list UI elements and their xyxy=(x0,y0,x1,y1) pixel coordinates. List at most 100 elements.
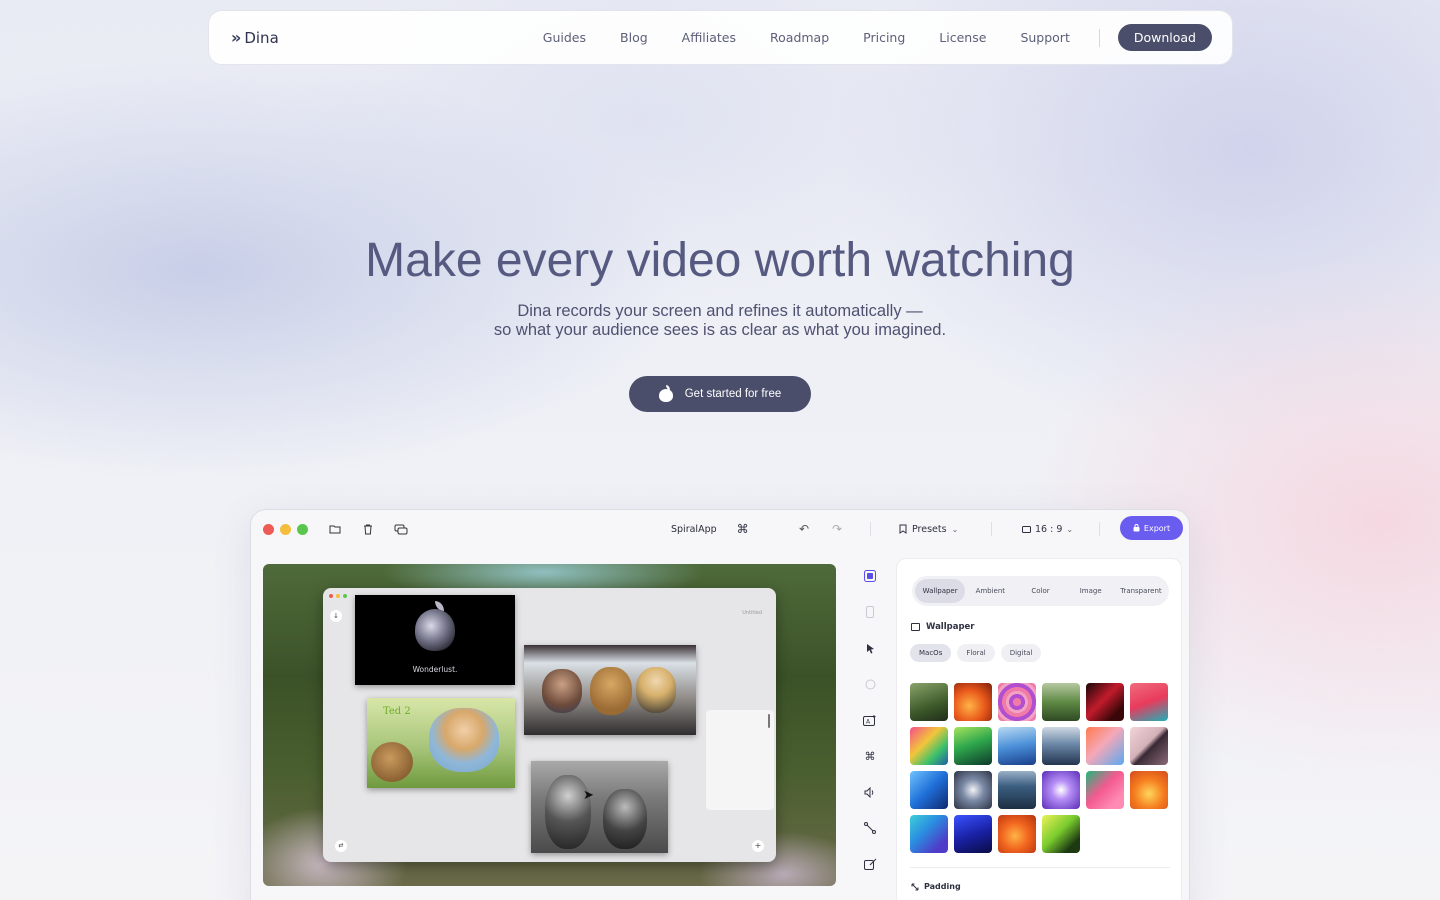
device-frame-icon[interactable] xyxy=(862,604,878,620)
chevron-down-icon: ⌄ xyxy=(951,524,959,534)
tab-transparent[interactable]: Transparent xyxy=(1116,579,1166,603)
tab-wallpaper[interactable]: Wallpaper xyxy=(915,579,966,603)
teddy-bear-figure xyxy=(371,742,413,782)
window-minimize-button[interactable] xyxy=(280,523,291,535)
wallpaper-section-title: Wallpaper xyxy=(926,622,975,632)
video-thumbnail-car[interactable] xyxy=(524,645,696,735)
chip-floral[interactable]: Floral xyxy=(957,644,995,662)
redo-icon[interactable]: ↷ xyxy=(832,522,842,536)
swap-icon[interactable]: ⇄ xyxy=(335,840,347,852)
cursor-tool-icon[interactable] xyxy=(862,640,878,656)
padding-section-header: Padding xyxy=(911,882,961,891)
chip-macos[interactable]: MacOs xyxy=(910,644,952,662)
brand-name: Dina xyxy=(244,28,279,47)
wallpaper-swatch[interactable] xyxy=(954,771,992,809)
window-close-button[interactable] xyxy=(263,523,274,535)
wallpaper-swatch[interactable] xyxy=(1130,771,1168,809)
wallpaper-swatch[interactable] xyxy=(1042,683,1080,721)
wallpaper-swatch[interactable] xyxy=(998,815,1036,853)
face-cam-icon[interactable] xyxy=(862,676,878,692)
aspect-ratio-label: 16 : 9 xyxy=(1035,523,1063,535)
chat-bubbles-icon[interactable] xyxy=(394,522,408,536)
export-button[interactable]: Export xyxy=(1120,516,1183,540)
chip-digital[interactable]: Digital xyxy=(1000,644,1042,662)
captions-tool-icon[interactable]: A xyxy=(862,712,878,728)
toolbar-divider xyxy=(870,522,871,536)
nav-divider xyxy=(1098,28,1100,47)
hero-title: Make every video worth watching xyxy=(365,234,1075,287)
aspect-ratio-dropdown[interactable]: 16 : 9 ⌄ xyxy=(1022,524,1073,535)
inner-traffic-lights xyxy=(329,594,347,598)
wallpaper-swatch[interactable] xyxy=(998,683,1036,721)
recorded-window[interactable]: ↓ Untitled Wonderlust. Ted 2 ➤ ⇄ + xyxy=(323,588,776,862)
download-button[interactable]: Download xyxy=(1117,24,1212,51)
wallpaper-swatch[interactable] xyxy=(1042,771,1080,809)
wallpaper-swatch[interactable] xyxy=(910,771,948,809)
wallpaper-swatch[interactable] xyxy=(998,771,1036,809)
wallpaper-swatch[interactable] xyxy=(910,683,948,721)
nav-link-blog[interactable]: Blog xyxy=(620,30,648,45)
nav-link-support[interactable]: Support xyxy=(1020,30,1069,45)
wallpaper-swatch[interactable] xyxy=(954,815,992,853)
inner-side-card xyxy=(706,710,774,810)
wallpaper-swatch[interactable] xyxy=(1086,771,1124,809)
wallpaper-swatch[interactable] xyxy=(954,727,992,765)
nav-link-guides[interactable]: Guides xyxy=(543,30,586,45)
video-thumbnail-ted[interactable]: Ted 2 xyxy=(367,698,515,788)
project-name[interactable]: SpiralApp xyxy=(671,524,717,535)
path-tool-icon[interactable] xyxy=(862,820,878,836)
nav-link-license[interactable]: License xyxy=(939,30,986,45)
wallpaper-swatch[interactable] xyxy=(954,683,992,721)
tab-ambient[interactable]: Ambient xyxy=(965,579,1015,603)
toolbar-divider xyxy=(991,522,992,536)
wallpaper-swatch[interactable] xyxy=(910,815,948,853)
top-nav: » Dina Guides Blog Affiliates Roadmap Pr… xyxy=(208,10,1233,65)
tab-color[interactable]: Color xyxy=(1015,579,1065,603)
nav-link-roadmap[interactable]: Roadmap xyxy=(770,30,829,45)
add-icon[interactable]: + xyxy=(752,840,764,852)
wallpaper-swatch[interactable] xyxy=(998,727,1036,765)
project-name-group: SpiralApp ⌘ xyxy=(671,522,749,536)
wallpaper-swatch[interactable] xyxy=(1130,683,1168,721)
app-toolbar: SpiralApp ⌘ ↶ ↷ Presets ⌄ 16 : 9 ⌄ Expor… xyxy=(251,510,1189,548)
wallpaper-grid xyxy=(910,683,1168,853)
brand-logo[interactable]: » Dina xyxy=(231,28,279,47)
wallpaper-swatch[interactable] xyxy=(1086,727,1124,765)
inner-scrollbar[interactable] xyxy=(768,714,770,728)
window-zoom-button[interactable] xyxy=(297,523,308,535)
command-icon[interactable]: ⌘ xyxy=(737,522,749,536)
wallpaper-swatch[interactable] xyxy=(1130,727,1168,765)
preview-canvas[interactable]: ↓ Untitled Wonderlust. Ted 2 ➤ ⇄ + xyxy=(263,564,836,886)
thumbnail-figure xyxy=(542,669,582,713)
download-arrow-icon[interactable]: ↓ xyxy=(330,610,342,622)
background-tool-icon[interactable] xyxy=(862,568,878,584)
padding-label: Padding xyxy=(924,882,961,891)
panel-divider xyxy=(910,867,1170,868)
crop-tool-icon[interactable] xyxy=(862,856,878,872)
chevron-down-icon: ⌄ xyxy=(1066,524,1074,534)
nav-link-pricing[interactable]: Pricing xyxy=(863,30,905,45)
export-label: Export xyxy=(1143,523,1171,533)
background-settings-panel: Wallpaper Ambient Color Image Transparen… xyxy=(896,558,1182,900)
screen-icon xyxy=(1022,525,1031,533)
resize-diagonal-icon xyxy=(911,883,919,890)
wallpaper-category-chips: MacOs Floral Digital xyxy=(910,644,1042,662)
bookmark-icon xyxy=(899,524,907,534)
wallpaper-swatch[interactable] xyxy=(1086,683,1124,721)
trash-icon[interactable] xyxy=(361,522,375,536)
shortcuts-tool-icon[interactable]: ⌘ xyxy=(862,748,878,764)
background-type-tabs: Wallpaper Ambient Color Image Transparen… xyxy=(912,576,1169,606)
nav-link-affiliates[interactable]: Affiliates xyxy=(682,30,736,45)
wallpaper-swatch[interactable] xyxy=(1042,727,1080,765)
audio-tool-icon[interactable] xyxy=(862,784,878,800)
wallpaper-swatch[interactable] xyxy=(1042,815,1080,853)
video-thumbnail-black-white[interactable] xyxy=(531,761,668,853)
wallpaper-swatch[interactable] xyxy=(910,727,948,765)
presets-label: Presets xyxy=(912,523,947,535)
get-started-button[interactable]: Get started for free xyxy=(629,376,811,412)
folder-icon[interactable] xyxy=(328,522,342,536)
presets-dropdown[interactable]: Presets ⌄ xyxy=(899,524,958,535)
video-thumbnail-wonderlust[interactable]: Wonderlust. xyxy=(355,595,515,685)
tab-image[interactable]: Image xyxy=(1066,579,1116,603)
undo-icon[interactable]: ↶ xyxy=(799,522,809,536)
